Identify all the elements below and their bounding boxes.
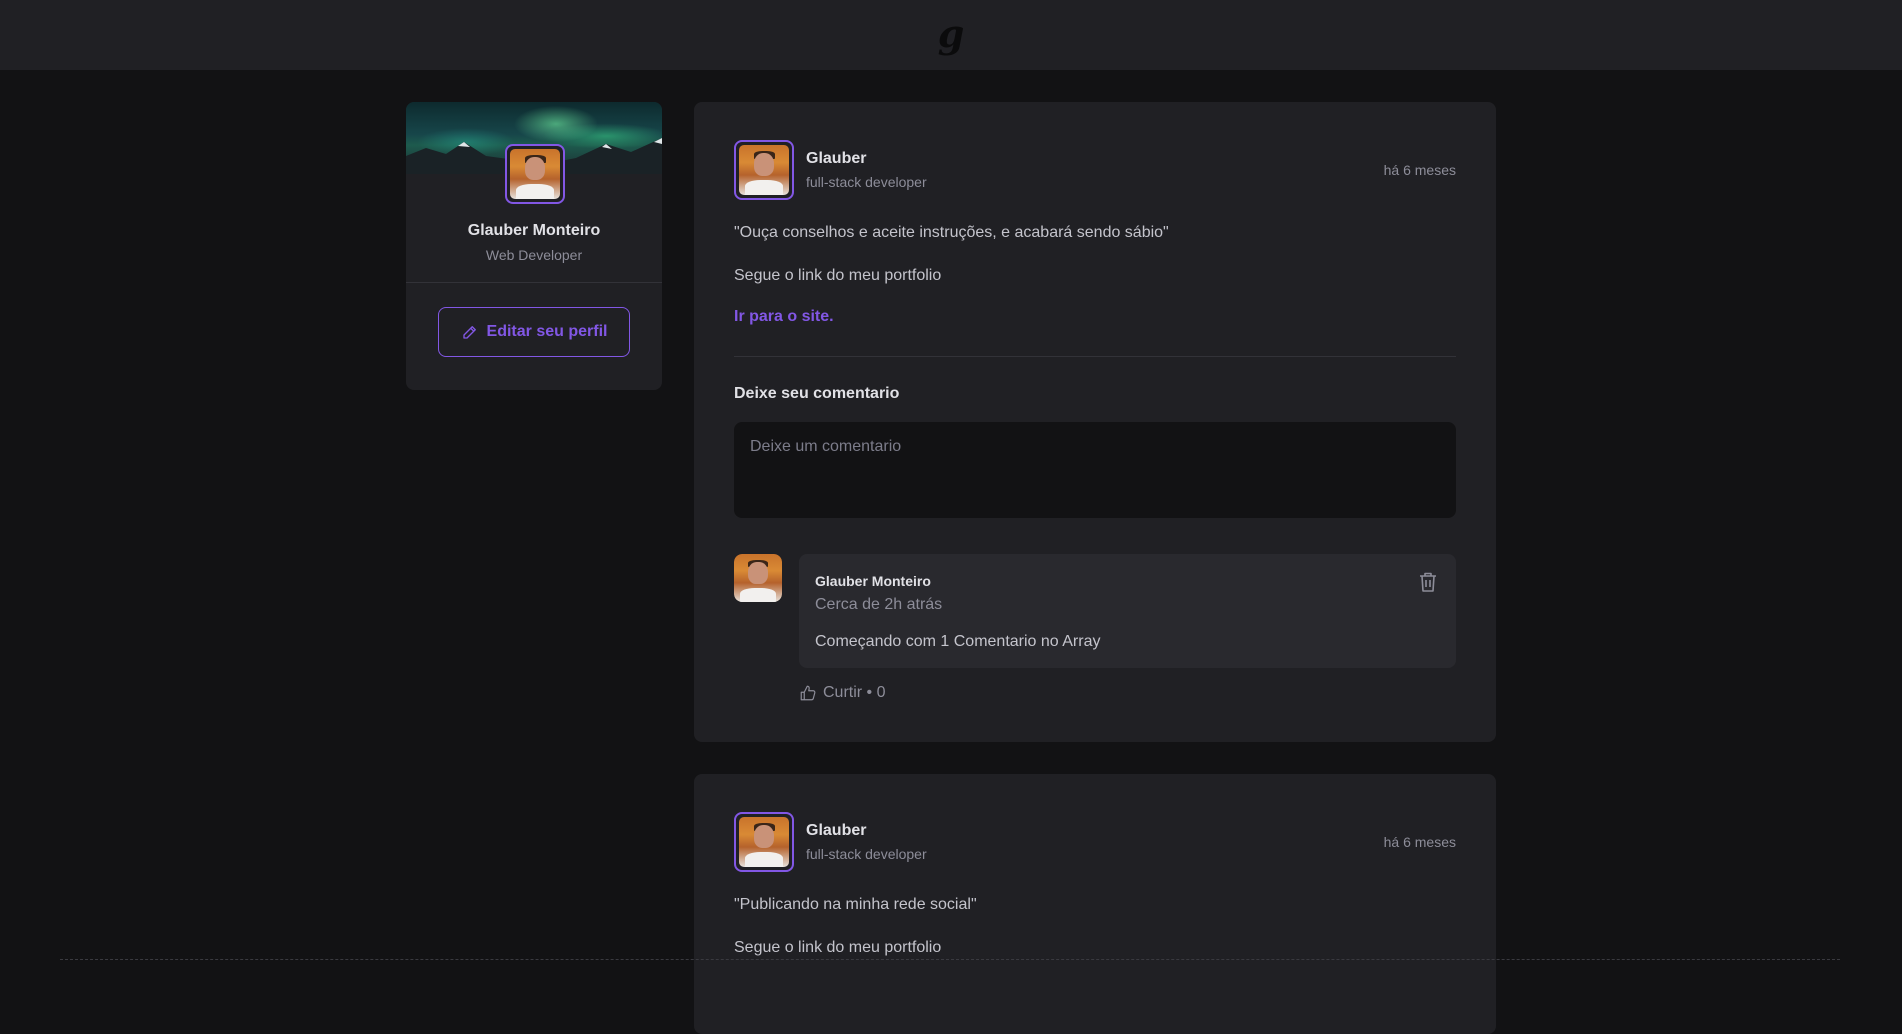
trash-icon [1420,572,1436,592]
comment-time: Cerca de 2h atrás [815,596,943,613]
profile-sidebar: Glauber Monteiro Web Developer Editar se… [406,102,662,390]
post-text: Segue o link do meu portfolio [734,267,942,284]
portfolio-link[interactable]: Ir para o site. [734,308,834,326]
author-name: Glauber [806,150,867,167]
comment-box: Glauber Monteiro Cerca de 2h atrás Começ… [799,554,1456,668]
like-label: Curtir • 0 [823,684,886,701]
post-card: Glauber full-stack developer há 6 meses … [694,774,1496,1034]
author-role: full-stack developer [806,174,927,190]
edit-profile-button[interactable]: Editar seu perfil [438,307,630,357]
thumbs-up-icon [800,685,816,701]
post-quote: "Ouça conselhos e aceite instruções, e a… [734,224,1169,241]
post-card: Glauber full-stack developer há 6 meses … [694,102,1496,742]
author-avatar[interactable] [734,812,794,872]
profile-name: Glauber Monteiro [467,222,601,239]
post-time: há 6 meses [1383,834,1456,850]
comment-input[interactable] [734,422,1456,518]
delete-comment-button[interactable] [1416,570,1440,594]
comment-author: Glauber Monteiro [815,573,931,589]
post-text: Segue o link do meu portfolio [734,939,942,956]
post-time: há 6 meses [1383,162,1456,178]
author-role: full-stack developer [806,846,927,862]
scroll-edge-line [60,959,1840,960]
like-button[interactable]: Curtir • 0 [799,682,886,704]
post-author: Glauber full-stack developer [734,812,927,872]
comment-form-title: Deixe seu comentario [734,385,900,402]
pencil-icon [462,326,476,339]
profile-role: Web Developer [485,247,583,263]
post-author: Glauber full-stack developer [734,140,927,200]
top-header: g [0,0,1902,70]
post-quote: "Publicando na minha rede social" [734,896,977,913]
author-name: Glauber [806,822,867,839]
comment-text: Começando com 1 Comentario no Array [815,633,1101,650]
comment-avatar [734,554,782,602]
divider [734,356,1456,357]
logo: g [937,11,965,56]
author-avatar[interactable] [734,140,794,200]
edit-profile-label: Editar seu perfil [486,323,608,340]
profile-avatar [505,144,565,204]
divider [406,282,662,283]
